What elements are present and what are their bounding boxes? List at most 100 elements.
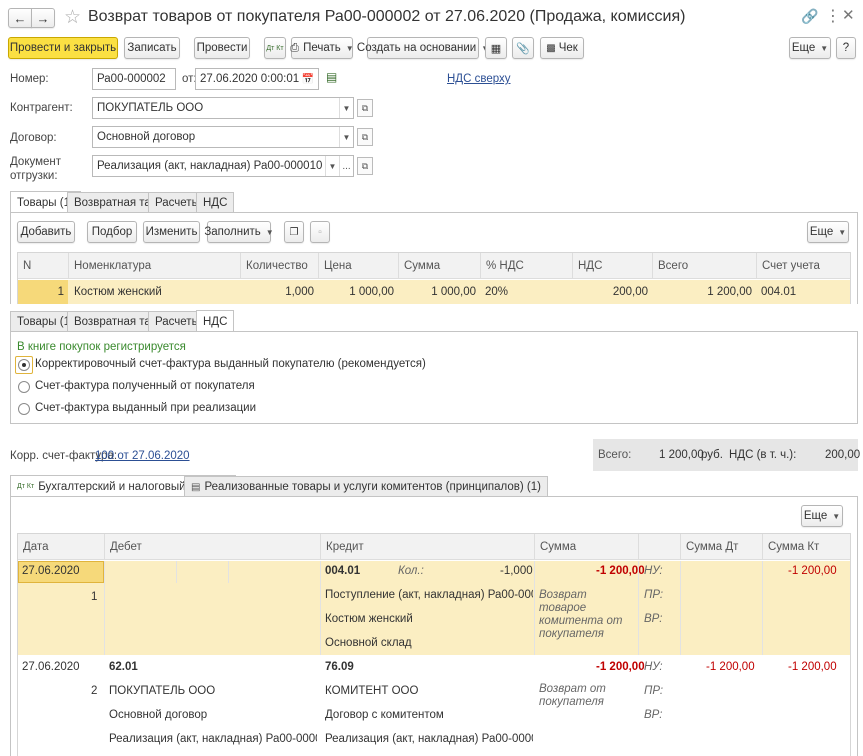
col-n[interactable]: N xyxy=(18,253,68,278)
date-field[interactable]: 27.06.2020 0:00:01 📅 xyxy=(195,68,319,90)
save-button[interactable]: Записать xyxy=(124,37,180,59)
posting-date: 27.06.2020 xyxy=(22,565,80,577)
credit-subconto-1: КОМИТЕНТ ООО xyxy=(325,685,419,697)
title-bar: ← → ☆ Возврат товаров от покупателя Ра00… xyxy=(0,0,863,36)
paste-row-button[interactable]: ▫ xyxy=(310,221,330,243)
col-quantity[interactable]: Количество xyxy=(240,253,318,278)
number-field[interactable]: Ра00-000002 xyxy=(92,68,176,90)
chevron-down-icon[interactable]: ▼ xyxy=(339,98,353,118)
vr-label: ВР: xyxy=(644,613,663,625)
col-sum[interactable]: Сумма xyxy=(398,253,480,278)
print-button[interactable]: ⎙ Печать ▼ xyxy=(290,37,354,59)
add-button[interactable]: Добавить xyxy=(17,221,75,243)
col-price[interactable]: Цена xyxy=(318,253,398,278)
total-value: 1 200,00 xyxy=(659,449,704,461)
radio-label: Корректировочный счет-фактура выданный п… xyxy=(35,358,426,370)
more-button[interactable]: Еще ▼ xyxy=(789,37,831,59)
col-sum-dt[interactable]: Сумма Дт xyxy=(680,534,762,559)
ellipsis-button[interactable]: ... xyxy=(339,156,353,176)
shipment-doc-label-line2: отгрузки: xyxy=(10,170,58,182)
col-account[interactable]: Счет учета xyxy=(756,253,850,278)
chevron-down-icon: ▼ xyxy=(345,43,354,53)
link-icon[interactable]: 🔗 xyxy=(801,8,818,25)
goods-table: N Номенклатура Количество Цена Сумма % Н… xyxy=(17,252,851,304)
copy-row-button[interactable]: ❐ xyxy=(284,221,304,243)
tab-vat[interactable]: НДС xyxy=(196,192,235,213)
posting-sum-dt: -1 200,00 xyxy=(706,661,755,673)
posting-sum-kt: -1 200,00 xyxy=(788,565,837,577)
radio-button[interactable] xyxy=(18,381,30,393)
radio-button[interactable] xyxy=(18,403,30,415)
back-button[interactable]: ← xyxy=(8,8,32,28)
col-nomenclature[interactable]: Номенклатура xyxy=(68,253,240,278)
attach-button[interactable]: 📎 xyxy=(512,37,534,59)
col-debit[interactable]: Дебет xyxy=(104,534,320,559)
post-and-close-button[interactable]: Провести и закрыть xyxy=(8,37,118,59)
check-button[interactable]: ▩ Чек xyxy=(540,37,584,59)
col-amount[interactable]: Сумма xyxy=(534,534,638,559)
kebab-menu-icon[interactable]: ⋮ xyxy=(825,6,841,26)
dt-kt-button[interactable]: Дт Кт xyxy=(264,37,286,59)
divider xyxy=(534,561,535,655)
contract-field[interactable]: Основной договор ▼ xyxy=(92,126,354,148)
structure-button[interactable]: ▦ xyxy=(485,37,507,59)
table-row[interactable]: 27.06.2020 2 62.01 ПОКУПАТЕЛЬ ООО Основн… xyxy=(18,655,850,755)
row-n: 1 xyxy=(18,280,68,304)
posting-amount: -1 200,00 xyxy=(596,661,645,673)
radio-button-selected[interactable] xyxy=(18,359,30,371)
pick-button[interactable]: Подбор xyxy=(87,221,137,243)
chevron-down-icon[interactable]: ▼ xyxy=(339,127,353,147)
col-vat-rate[interactable]: % НДС xyxy=(480,253,572,278)
radio-option-issued-invoice[interactable]: Счет-фактура выданный при реализации xyxy=(15,400,335,418)
paste-icon: ▫ xyxy=(318,226,322,238)
vat-on-top-link[interactable]: НДС сверху xyxy=(447,73,511,85)
calendar-icon[interactable]: 📅 xyxy=(302,74,314,85)
post-button[interactable]: Провести xyxy=(194,37,250,59)
divider xyxy=(320,561,321,655)
close-icon[interactable]: ✕ xyxy=(842,6,855,24)
favorite-star-icon[interactable]: ☆ xyxy=(64,6,81,29)
tab-principals-goods[interactable]: ▤ Реализованные товары и услуги комитент… xyxy=(184,476,548,497)
fill-button[interactable]: Заполнить ▼ xyxy=(204,221,274,243)
postings-table: Дата Дебет Кредит Сумма Сумма Дт Сумма К… xyxy=(17,533,851,756)
radio-option-corrective-invoice[interactable]: Корректировочный счет-фактура выданный п… xyxy=(15,356,426,374)
divider xyxy=(638,561,639,655)
col-sum-kt[interactable]: Сумма Кт xyxy=(762,534,850,559)
counterparty-field[interactable]: ПОКУПАТЕЛЬ ООО ▼ xyxy=(92,97,354,119)
posting-date: 27.06.2020 xyxy=(22,661,80,673)
posting-sum-kt: -1 200,00 xyxy=(788,661,837,673)
table-row[interactable]: 1 Костюм женский 1,000 1 000,00 1 000,00… xyxy=(18,280,850,304)
chevron-down-icon[interactable]: ▼ xyxy=(325,156,339,176)
shipment-doc-field[interactable]: Реализация (акт, накладная) Ра00-000010 … xyxy=(92,155,354,177)
radio-option-received-invoice[interactable]: Счет-фактура полученный от покупателя xyxy=(15,378,335,396)
col-total[interactable]: Всего xyxy=(652,253,756,278)
postings-more-button[interactable]: Еще ▼ xyxy=(801,505,843,527)
table-row[interactable]: 27.06.2020 1 004.01 Кол.: -1,000 Поступл… xyxy=(18,561,850,655)
open-counterparty-button[interactable]: ⧉ xyxy=(357,99,373,117)
goods-more-button[interactable]: Еще ▼ xyxy=(807,221,849,243)
row-nomenclature: Костюм женский xyxy=(74,286,162,298)
forward-button[interactable]: → xyxy=(31,8,55,28)
tabs-second: Товары (1) Возвратная тара Расчеты НДС xyxy=(0,310,863,332)
radio-label: Счет-фактура выданный при реализации xyxy=(35,402,257,414)
tab-vat-2[interactable]: НДС xyxy=(196,310,235,332)
posting-number: 1 xyxy=(91,591,98,603)
fill-label: Заполнить xyxy=(204,226,261,238)
create-based-on-button[interactable]: Создать на основании ▼ xyxy=(357,37,489,59)
col-date[interactable]: Дата xyxy=(18,534,104,559)
row-total: 1 200,00 xyxy=(707,286,752,298)
col-vat[interactable]: НДС xyxy=(572,253,652,278)
open-shipment-doc-button[interactable]: ⧉ xyxy=(357,157,373,175)
arrow-right-icon: → xyxy=(36,10,50,26)
help-button[interactable]: ? xyxy=(836,37,856,59)
open-contract-button[interactable]: ⧉ xyxy=(357,128,373,146)
document-status-icon[interactable]: ▤ xyxy=(326,70,337,84)
divider xyxy=(228,561,229,583)
tab-principals-label: Реализованные товары и услуги комитентов… xyxy=(204,481,541,493)
change-button[interactable]: Изменить xyxy=(143,221,200,243)
corr-invoice-link[interactable]: 100 от 27.06.2020 xyxy=(95,450,190,462)
col-credit[interactable]: Кредит xyxy=(320,534,534,559)
divider xyxy=(176,561,177,583)
dt-kt-icon: Дт Кт xyxy=(17,483,35,490)
tabs-bottom: Дт Кт Бухгалтерский и налоговый учет (2)… xyxy=(0,475,863,497)
